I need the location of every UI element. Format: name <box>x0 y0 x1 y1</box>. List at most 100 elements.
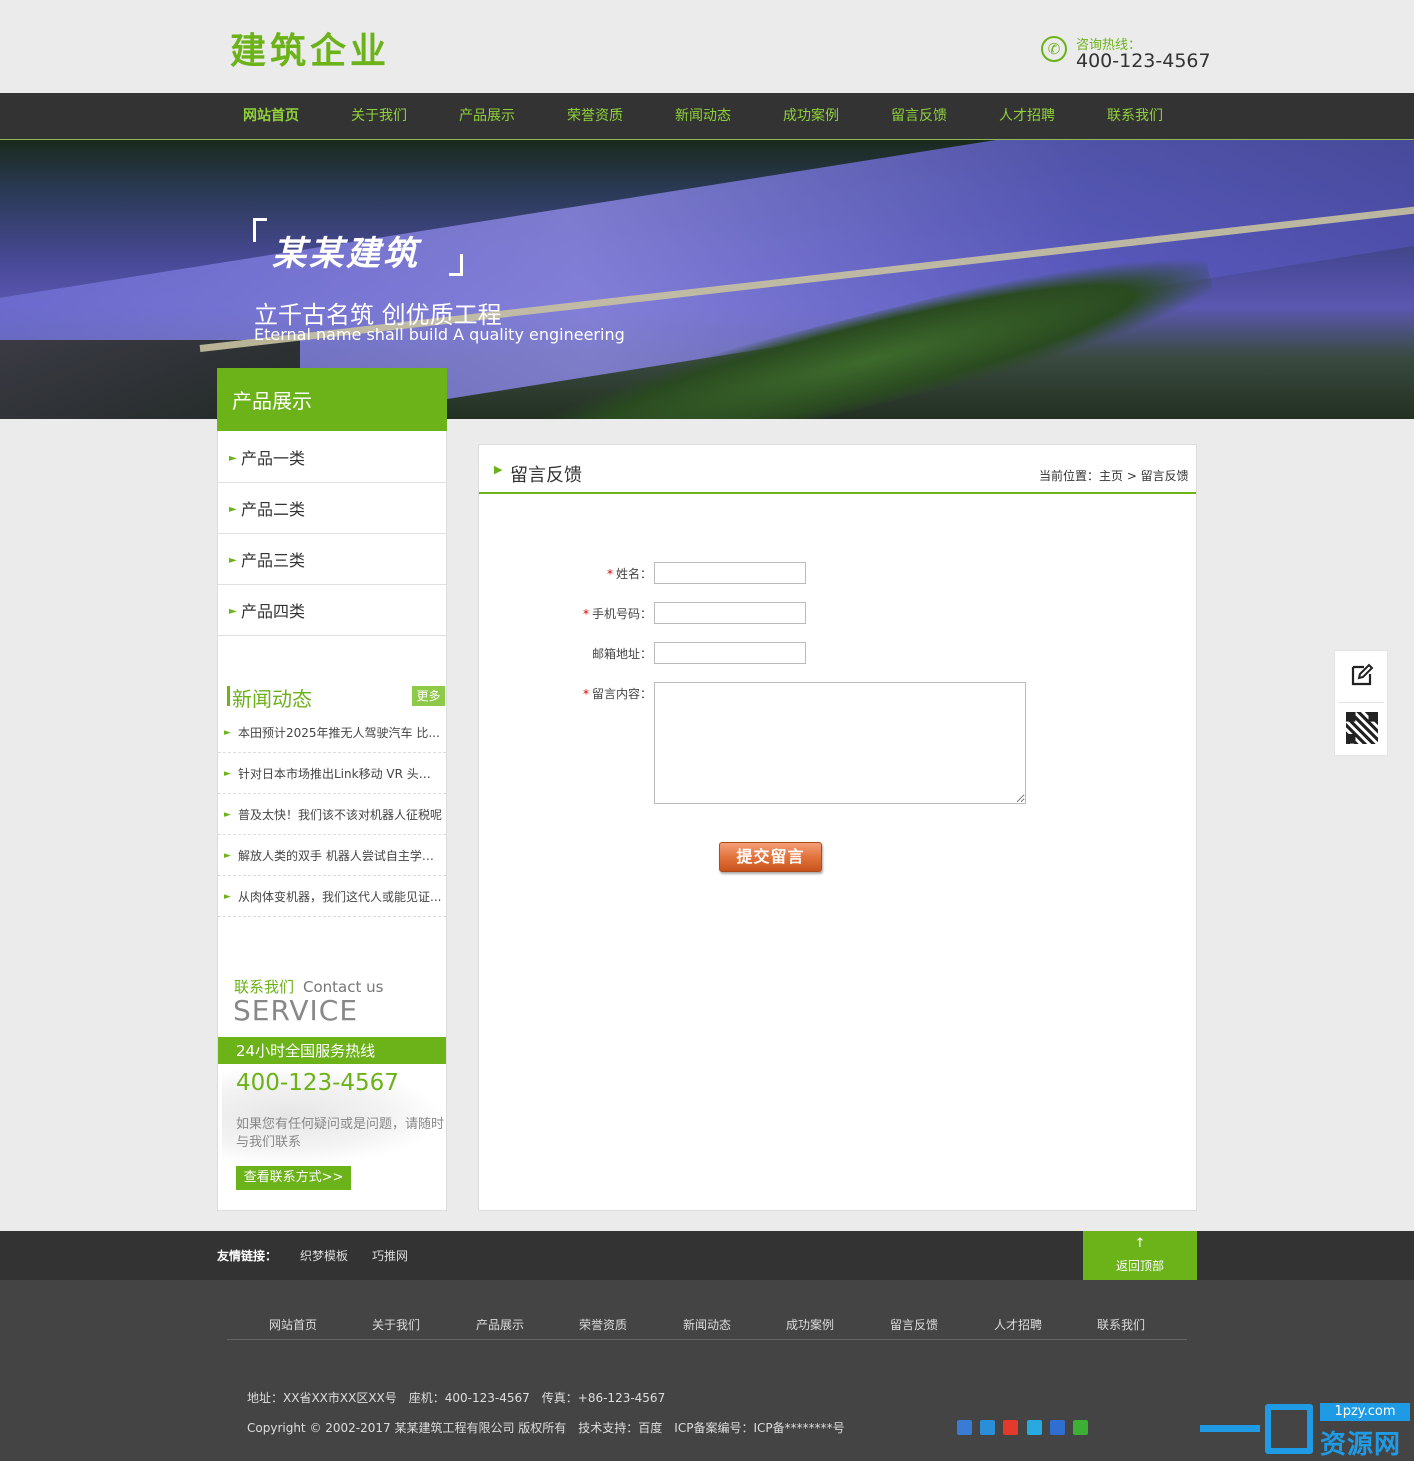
footer-copyright: Copyright © 2002-2017 某某建筑工程有限公司 版权所有 技术… <box>247 1421 845 1435</box>
email-field[interactable] <box>654 642 806 664</box>
banner-corner-decoration <box>253 218 267 242</box>
banner-corner-decoration <box>449 254 463 276</box>
qr-code-icon[interactable] <box>1346 712 1378 744</box>
name-field[interactable] <box>654 562 806 584</box>
site-logo[interactable]: 建筑企业 <box>230 30 390 74</box>
chevron-right-icon: ► <box>224 892 231 902</box>
email-label-text: 邮箱地址： <box>591 647 652 661</box>
footer-nav-item[interactable]: 成功案例 <box>758 1316 862 1333</box>
nav-item-news[interactable]: 新闻动态 <box>649 93 757 139</box>
hero-banner <box>0 140 1414 419</box>
footer-nav-item[interactable]: 留言反馈 <box>862 1316 966 1333</box>
news-item-title: 本田预计2025年推无人驾驶汽车 比... <box>238 726 440 740</box>
chevron-right-icon: ► <box>229 504 237 515</box>
nav-item-home[interactable]: 网站首页 <box>217 93 325 139</box>
sidebar-item-label: 产品四类 <box>241 602 306 621</box>
nav-item-products[interactable]: 产品展示 <box>433 93 541 139</box>
footer-nav-item[interactable]: 荣誉资质 <box>551 1316 655 1333</box>
sidebar-title: 产品展示 <box>217 368 447 431</box>
sidebar-item-category-2[interactable]: ► 产品二类 <box>218 483 446 534</box>
friend-link[interactable]: 巧推网 <box>372 1247 408 1264</box>
news-item-title: 普及太快！我们该不该对机器人征税呢 <box>238 808 443 822</box>
phone-field[interactable] <box>654 602 806 624</box>
footer-nav-item[interactable]: 网站首页 <box>241 1316 345 1333</box>
phone-icon: ✆ <box>1041 36 1067 62</box>
chevron-right-icon: ► <box>224 851 231 861</box>
sidebar-contact-description: 如果您有任何疑问或是问题，请随时与我们联系 <box>236 1117 445 1150</box>
message-field[interactable] <box>654 682 1026 804</box>
submit-button[interactable]: 提交留言 <box>719 842 822 872</box>
title-arrow-icon: ▶ <box>494 463 503 476</box>
share-wechat-icon[interactable] <box>1073 1420 1088 1435</box>
news-item[interactable]: ► 针对日本市场推出Link移动 VR 头盔:... <box>218 753 446 794</box>
edit-icon[interactable] <box>1350 663 1374 687</box>
hotline-number: 400-123-4567 <box>1076 50 1211 72</box>
watermark-logo-box <box>1265 1404 1313 1454</box>
chevron-right-icon: ► <box>229 555 237 566</box>
news-title-bar <box>227 686 230 706</box>
title-divider <box>479 492 1196 494</box>
friend-links-label: 友情链接： <box>217 1249 278 1263</box>
nav-item-cases[interactable]: 成功案例 <box>757 93 865 139</box>
share-qzone-icon[interactable] <box>980 1420 995 1435</box>
nav-item-contact[interactable]: 联系我们 <box>1081 93 1189 139</box>
chevron-right-icon: ► <box>224 769 231 779</box>
news-item[interactable]: ► 从肉体变机器，我们这代人或能见证... <box>218 876 446 917</box>
chevron-right-icon: ► <box>229 453 237 464</box>
nav-item-feedback[interactable]: 留言反馈 <box>865 93 973 139</box>
share-tencent-icon[interactable] <box>1027 1420 1042 1435</box>
watermark-url: 1pzy.com <box>1320 1403 1410 1421</box>
news-more-link[interactable]: 更多 <box>412 686 445 706</box>
footer-address: 地址：XX省XX市XX区XX号 座机：400-123-4567 传真：+86-1… <box>247 1391 666 1405</box>
share-renren-icon[interactable] <box>1050 1420 1065 1435</box>
share-plus-icon[interactable] <box>957 1420 972 1435</box>
news-item[interactable]: ► 本田预计2025年推无人驾驶汽车 比... <box>218 712 446 753</box>
friend-links-bar <box>0 1231 1414 1280</box>
edit-icon-svg <box>1351 663 1374 686</box>
message-label-text: 留言内容： <box>591 687 652 701</box>
news-section-title: 新闻动态 <box>232 687 312 711</box>
nav-item-about[interactable]: 关于我们 <box>325 93 433 139</box>
footer-nav-item[interactable]: 人才招聘 <box>966 1316 1070 1333</box>
watermark-logo-bar <box>1200 1425 1260 1432</box>
sidebar-item-category-1[interactable]: ► 产品一类 <box>218 432 446 483</box>
news-item-title: 针对日本市场推出Link移动 VR 头盔:... <box>238 767 446 781</box>
nav-item-jobs[interactable]: 人才招聘 <box>973 93 1081 139</box>
sidebar-item-label: 产品三类 <box>241 551 306 570</box>
breadcrumb[interactable]: 当前位置：主页 > 留言反馈 <box>1039 467 1189 484</box>
footer-nav-item[interactable]: 联系我们 <box>1069 1316 1173 1333</box>
page-title: 留言反馈 <box>510 465 582 486</box>
sidebar-phone: 400-123-4567 <box>236 1070 399 1096</box>
news-item-title: 解放人类的双手 机器人尝试自主学习... <box>238 849 446 863</box>
share-weibo-icon[interactable] <box>1003 1420 1018 1435</box>
footer-nav-item[interactable]: 新闻动态 <box>655 1316 759 1333</box>
phone-label-text: 手机号码： <box>591 607 652 621</box>
news-item[interactable]: ► 普及太快！我们该不该对机器人征税呢 <box>218 794 446 835</box>
view-contact-button[interactable]: 查看联系方式>> <box>236 1166 351 1190</box>
arrow-up-icon: ↑ <box>1134 1236 1146 1251</box>
name-label-text: 姓名： <box>615 567 652 581</box>
main-nav: 网站首页 关于我们 产品展示 荣誉资质 新闻动态 成功案例 留言反馈 人才招聘 … <box>0 93 1414 140</box>
email-label: 邮箱地址： <box>492 645 652 662</box>
news-item-title: 从肉体变机器，我们这代人或能见证... <box>238 890 442 904</box>
contact-service-label: SERVICE <box>233 994 359 1027</box>
floating-divider <box>1338 702 1384 703</box>
required-mark: * <box>582 687 589 701</box>
sidebar-item-label: 产品一类 <box>241 449 306 468</box>
sidebar-item-category-3[interactable]: ► 产品三类 <box>218 534 446 585</box>
banner-brand: 某某建筑 <box>272 234 420 274</box>
footer-nav-item[interactable]: 关于我们 <box>344 1316 448 1333</box>
chevron-right-icon: ► <box>224 810 231 820</box>
required-mark: * <box>582 607 589 621</box>
hotline-band: 24小时全国服务热线 <box>218 1037 446 1064</box>
back-to-top-label: 返回顶部 <box>1115 1259 1164 1273</box>
chevron-right-icon: ► <box>224 728 231 738</box>
phone-label: * 手机号码： <box>492 605 652 622</box>
friend-link[interactable]: 织梦模板 <box>300 1247 348 1264</box>
footer-nav-item[interactable]: 产品展示 <box>448 1316 552 1333</box>
watermark-text: 资源网 <box>1320 1430 1402 1460</box>
news-item[interactable]: ► 解放人类的双手 机器人尝试自主学习... <box>218 835 446 876</box>
nav-item-honors[interactable]: 荣誉资质 <box>541 93 649 139</box>
name-label: * 姓名： <box>492 565 652 582</box>
sidebar-item-category-4[interactable]: ► 产品四类 <box>218 585 446 636</box>
